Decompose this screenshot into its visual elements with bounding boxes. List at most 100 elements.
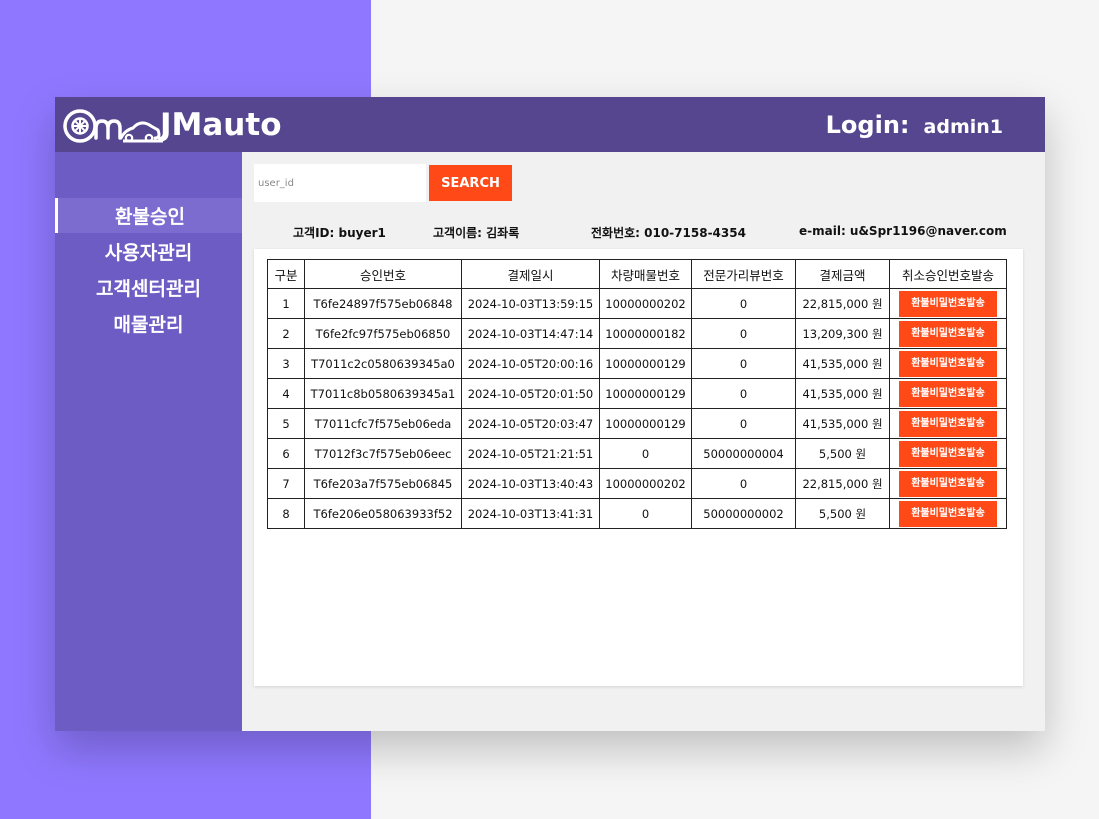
row-number: 3 <box>267 348 305 379</box>
row-number: 4 <box>267 378 305 409</box>
payment-amount: 22,815,000 원 <box>795 288 890 319</box>
brand-logo[interactable]: JMauto <box>63 104 282 146</box>
send-refund-password-button[interactable]: 환불비밀번호발송 <box>899 410 997 437</box>
column-header: 차량매물번호 <box>599 259 692 289</box>
user-id-search-input[interactable] <box>254 164 426 202</box>
car-wheel-logo-icon <box>63 109 163 143</box>
search-button[interactable]: SEARCH <box>429 165 512 201</box>
column-header: 구분 <box>267 259 305 289</box>
action-cell: 환불비밀번호발송 <box>889 408 1007 439</box>
app-window: JMauto Login: admin1 환불승인 사용자관리 고객센터관리 매… <box>55 97 1045 731</box>
column-header: 전문가리뷰번호 <box>691 259 796 289</box>
action-cell: 환불비밀번호발송 <box>889 378 1007 409</box>
action-cell: 환불비밀번호발송 <box>889 498 1007 529</box>
approval-number: T6fe206e058063933f52 <box>304 498 462 529</box>
sidebar-item-user-management[interactable]: 사용자관리 <box>55 234 242 269</box>
payment-datetime: 2024-10-03T13:40:43 <box>461 468 600 499</box>
action-cell: 환불비밀번호발송 <box>889 468 1007 499</box>
expert-review-number: 0 <box>691 408 796 439</box>
vehicle-listing-number: 10000000129 <box>599 378 692 409</box>
column-header: 승인번호 <box>304 259 462 289</box>
payment-datetime: 2024-10-05T20:03:47 <box>461 408 600 439</box>
customer-email: e-mail: u&Spr1196@naver.com <box>799 224 1007 238</box>
sidebar: 환불승인 사용자관리 고객센터관리 매물관리 <box>55 152 242 731</box>
login-username: admin1 <box>923 116 1003 138</box>
customer-id: 고객ID: buyer1 <box>293 226 386 240</box>
login-label: Login: <box>825 111 910 139</box>
row-number: 8 <box>267 498 305 529</box>
payment-datetime: 2024-10-03T13:41:31 <box>461 498 600 529</box>
payment-datetime: 2024-10-05T20:01:50 <box>461 378 600 409</box>
row-number: 5 <box>267 408 305 439</box>
payment-datetime: 2024-10-03T14:47:14 <box>461 318 600 349</box>
payment-amount: 41,535,000 원 <box>795 348 890 379</box>
table-row: 6 T7012f3c7f575eb06eec 2024-10-05T21:21:… <box>267 438 1007 469</box>
send-refund-password-button[interactable]: 환불비밀번호발송 <box>899 350 997 377</box>
refund-table: 구분 승인번호 결제일시 차량매물번호 전문가리뷰번호 결제금액 취소승인번호발… <box>267 259 1007 529</box>
vehicle-listing-number: 10000000129 <box>599 348 692 379</box>
row-number: 6 <box>267 438 305 469</box>
column-header: 결제금액 <box>795 259 890 289</box>
table-row: 7 T6fe203a7f575eb06845 2024-10-03T13:40:… <box>267 468 1007 499</box>
action-cell: 환불비밀번호발송 <box>889 318 1007 349</box>
payment-datetime: 2024-10-05T20:00:16 <box>461 348 600 379</box>
row-number: 2 <box>267 318 305 349</box>
payment-amount: 41,535,000 원 <box>795 378 890 409</box>
customer-phone: 전화번호: 010-7158-4354 <box>591 226 746 240</box>
expert-review-number: 0 <box>691 378 796 409</box>
payment-amount: 5,500 원 <box>795 498 890 529</box>
vehicle-listing-number: 10000000182 <box>599 318 692 349</box>
expert-review-number: 50000000002 <box>691 498 796 529</box>
send-refund-password-button[interactable]: 환불비밀번호발송 <box>899 290 997 317</box>
vehicle-listing-number: 0 <box>599 438 692 469</box>
table-row: 8 T6fe206e058063933f52 2024-10-03T13:41:… <box>267 498 1007 529</box>
brand-name: JMauto <box>160 107 282 143</box>
customer-name: 고객이름: 김좌록 <box>433 226 520 240</box>
approval-number: T7011c2c0580639345a0 <box>304 348 462 379</box>
payment-amount: 41,535,000 원 <box>795 408 890 439</box>
payment-amount: 13,209,300 원 <box>795 318 890 349</box>
send-refund-password-button[interactable]: 환불비밀번호발송 <box>899 320 997 347</box>
approval-number: T7011cfc7f575eb06eda <box>304 408 462 439</box>
expert-review-number: 50000000004 <box>691 438 796 469</box>
column-header: 결제일시 <box>461 259 600 289</box>
send-refund-password-button[interactable]: 환불비밀번호발송 <box>899 500 997 527</box>
expert-review-number: 0 <box>691 348 796 379</box>
sidebar-item-refund-approval[interactable]: 환불승인 <box>55 198 242 233</box>
expert-review-number: 0 <box>691 288 796 319</box>
action-cell: 환불비밀번호발송 <box>889 288 1007 319</box>
payment-amount: 5,500 원 <box>795 438 890 469</box>
vehicle-listing-number: 10000000129 <box>599 408 692 439</box>
sidebar-item-listing-management[interactable]: 매물관리 <box>55 306 242 341</box>
refund-table-panel: 구분 승인번호 결제일시 차량매물번호 전문가리뷰번호 결제금액 취소승인번호발… <box>254 249 1023 686</box>
main-content: SEARCH 고객ID: buyer1 고객이름: 김좌록 전화번호: 010-… <box>242 152 1045 731</box>
login-status: Login: admin1 <box>826 111 1003 139</box>
table-row: 2 T6fe2fc97f575eb06850 2024-10-03T14:47:… <box>267 318 1007 349</box>
sidebar-item-customer-center[interactable]: 고객센터관리 <box>55 270 242 305</box>
send-refund-password-button[interactable]: 환불비밀번호발송 <box>899 380 997 407</box>
approval-number: T6fe2fc97f575eb06850 <box>304 318 462 349</box>
table-header-row: 구분 승인번호 결제일시 차량매물번호 전문가리뷰번호 결제금액 취소승인번호발… <box>267 259 1007 289</box>
table-row: 5 T7011cfc7f575eb06eda 2024-10-05T20:03:… <box>267 408 1007 439</box>
table-row: 4 T7011c8b0580639345a1 2024-10-05T20:01:… <box>267 378 1007 409</box>
action-cell: 환불비밀번호발송 <box>889 438 1007 469</box>
approval-number: T6fe24897f575eb06848 <box>304 288 462 319</box>
vehicle-listing-number: 10000000202 <box>599 288 692 319</box>
send-refund-password-button[interactable]: 환불비밀번호발송 <box>899 440 997 467</box>
approval-number: T6fe203a7f575eb06845 <box>304 468 462 499</box>
approval-number: T7011c8b0580639345a1 <box>304 378 462 409</box>
action-cell: 환불비밀번호발송 <box>889 348 1007 379</box>
approval-number: T7012f3c7f575eb06eec <box>304 438 462 469</box>
column-header: 취소승인번호발송 <box>889 259 1007 289</box>
payment-datetime: 2024-10-03T13:59:15 <box>461 288 600 319</box>
top-bar: JMauto Login: admin1 <box>55 97 1045 152</box>
vehicle-listing-number: 10000000202 <box>599 468 692 499</box>
expert-review-number: 0 <box>691 318 796 349</box>
vehicle-listing-number: 0 <box>599 498 692 529</box>
send-refund-password-button[interactable]: 환불비밀번호발송 <box>899 470 997 497</box>
table-row: 1 T6fe24897f575eb06848 2024-10-03T13:59:… <box>267 288 1007 319</box>
expert-review-number: 0 <box>691 468 796 499</box>
table-row: 3 T7011c2c0580639345a0 2024-10-05T20:00:… <box>267 348 1007 379</box>
payment-amount: 22,815,000 원 <box>795 468 890 499</box>
payment-datetime: 2024-10-05T21:21:51 <box>461 438 600 469</box>
